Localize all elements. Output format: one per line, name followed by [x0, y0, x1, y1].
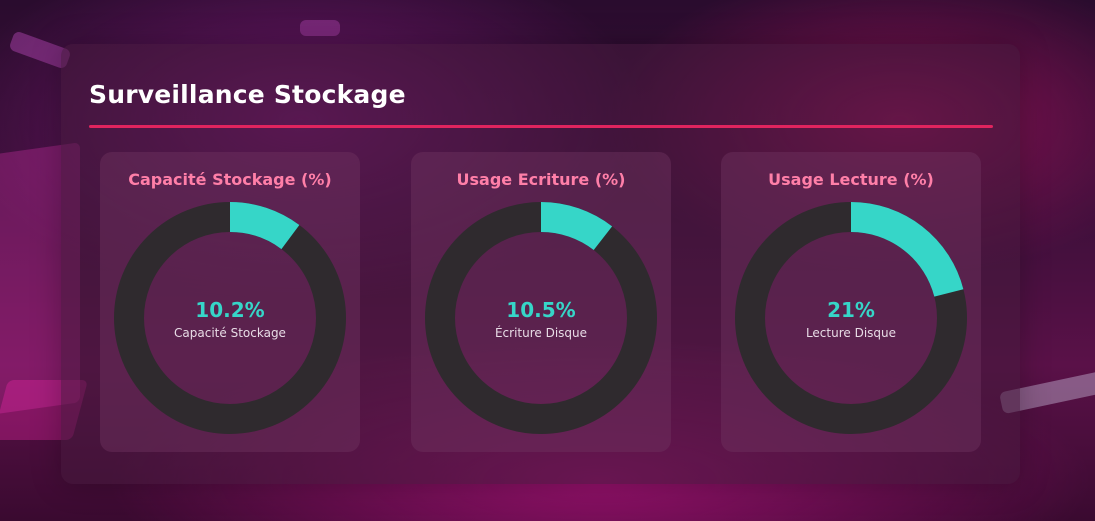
gauge-label: Écriture Disque	[494, 326, 588, 340]
gauge-label: Capacité Stockage	[174, 326, 286, 340]
page-title: Surveillance Stockage	[89, 80, 406, 109]
title-divider	[89, 125, 993, 128]
storage-capacity-card: Capacité Stockage (%) 10.2% Capacité Sto…	[100, 152, 360, 452]
storage-monitor-panel: Surveillance Stockage Capacité Stockage …	[61, 44, 1020, 484]
read-usage-gauge: 21% Lecture Disque	[735, 202, 967, 434]
gauge-value: 10.5%	[506, 298, 576, 322]
card-title: Usage Ecriture (%)	[456, 170, 626, 189]
storage-capacity-gauge: 10.2% Capacité Stockage	[114, 202, 346, 434]
background-decoration	[300, 20, 340, 36]
card-title: Capacité Stockage (%)	[128, 170, 332, 189]
gauge-value: 10.2%	[195, 298, 265, 322]
write-usage-gauge: 10.5% Écriture Disque	[425, 202, 657, 434]
write-usage-card: Usage Ecriture (%) 10.5% Écriture Disque	[411, 152, 671, 452]
gauge-value: 21%	[827, 298, 875, 322]
gauge-label: Lecture Disque	[805, 326, 897, 340]
read-usage-card: Usage Lecture (%) 21% Lecture Disque	[721, 152, 981, 452]
card-title: Usage Lecture (%)	[768, 170, 934, 189]
